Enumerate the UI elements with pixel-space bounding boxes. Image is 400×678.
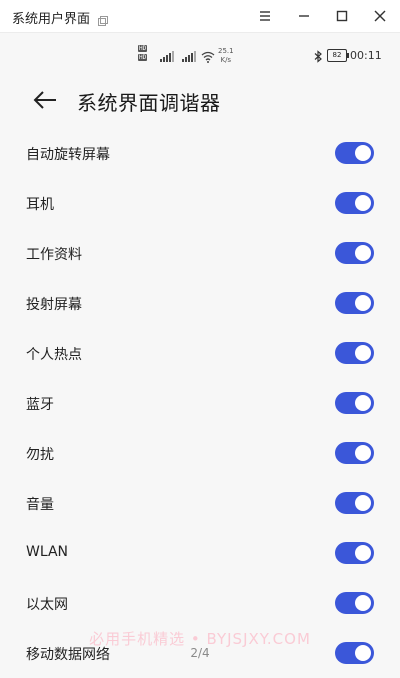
wifi-icon xyxy=(201,48,215,67)
toggle-knob xyxy=(355,145,371,161)
toggle-knob xyxy=(355,495,371,511)
cast-screen-toggle[interactable] xyxy=(335,292,374,314)
window-titlebar: 系统用户界面 xyxy=(0,0,400,33)
window-title: 系统用户界面 xyxy=(12,12,91,27)
network-speed-value: 25.1 xyxy=(218,47,234,55)
setting-label: WLAN xyxy=(26,544,69,560)
arrow-left-icon xyxy=(33,91,56,109)
toggle-knob xyxy=(355,195,371,211)
setting-label: 勿扰 xyxy=(26,447,54,463)
setting-row-bluetooth[interactable]: 蓝牙 xyxy=(0,378,400,428)
setting-label: 音量 xyxy=(26,497,54,513)
toggle-knob xyxy=(355,545,371,561)
network-speed-unit: K/s xyxy=(220,56,232,64)
setting-row-hotspot[interactable]: 个人热点 xyxy=(0,328,400,378)
toggle-knob xyxy=(355,245,371,261)
setting-label: 投射屏幕 xyxy=(26,297,82,313)
signal-icon-2 xyxy=(180,48,200,67)
hd-badge-2: HD xyxy=(138,54,148,61)
hotspot-toggle[interactable] xyxy=(335,342,374,364)
signal-icon xyxy=(158,48,178,67)
close-icon[interactable] xyxy=(372,8,388,24)
setting-label: 蓝牙 xyxy=(26,397,54,413)
status-time: 00:11 xyxy=(350,49,382,62)
setting-row-auto-rotate[interactable]: 自动旋转屏幕 xyxy=(0,128,400,178)
work-profile-toggle[interactable] xyxy=(335,242,374,264)
setting-label: 自动旋转屏幕 xyxy=(26,147,110,163)
toggle-knob xyxy=(355,345,371,361)
setting-row-ethernet[interactable]: 以太网 xyxy=(0,578,400,628)
maximize-icon[interactable] xyxy=(334,8,350,24)
bluetooth-icon xyxy=(314,48,323,67)
wlan-toggle[interactable] xyxy=(335,542,374,564)
back-button[interactable] xyxy=(32,87,58,113)
setting-row-work-profile[interactable]: 工作资料 xyxy=(0,228,400,278)
page-indicator: 2/4 xyxy=(190,646,210,660)
battery-indicator: 82 xyxy=(327,49,349,62)
ethernet-toggle[interactable] xyxy=(335,592,374,614)
minimize-icon[interactable] xyxy=(296,8,312,24)
settings-list: 自动旋转屏幕 耳机 工作资料 投射屏幕 个人热点 蓝牙 勿扰 音量 WLAN 以… xyxy=(0,128,400,678)
headset-toggle[interactable] xyxy=(335,192,374,214)
do-not-disturb-toggle[interactable] xyxy=(335,442,374,464)
setting-label: 工作资料 xyxy=(26,247,82,263)
volume-toggle[interactable] xyxy=(335,492,374,514)
hd-badge-1: HD xyxy=(138,45,148,52)
page-title: 系统界面调谐器 xyxy=(77,91,221,115)
setting-row-cast-screen[interactable]: 投射屏幕 xyxy=(0,278,400,328)
network-speed: 25.1 K/s xyxy=(218,47,234,65)
setting-row-wlan[interactable]: WLAN xyxy=(0,528,400,578)
copy-icon[interactable] xyxy=(98,11,108,26)
hd-badges: HD HD xyxy=(138,45,148,63)
auto-rotate-toggle[interactable] xyxy=(335,142,374,164)
bluetooth-toggle[interactable] xyxy=(335,392,374,414)
menu-icon[interactable] xyxy=(257,8,273,24)
setting-row-do-not-disturb[interactable]: 勿扰 xyxy=(0,428,400,478)
toggle-knob xyxy=(355,295,371,311)
toggle-knob xyxy=(355,395,371,411)
setting-label: 个人热点 xyxy=(26,347,82,363)
setting-label: 以太网 xyxy=(26,597,68,613)
toggle-knob xyxy=(355,595,371,611)
setting-label: 耳机 xyxy=(26,197,54,213)
setting-row-volume[interactable]: 音量 xyxy=(0,478,400,528)
toggle-knob xyxy=(355,445,371,461)
setting-row-headset[interactable]: 耳机 xyxy=(0,178,400,228)
